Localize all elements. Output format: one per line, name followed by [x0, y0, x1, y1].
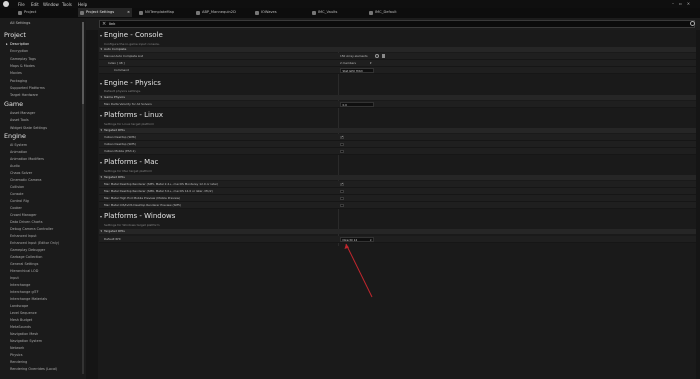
annotation-arrow	[344, 243, 373, 298]
